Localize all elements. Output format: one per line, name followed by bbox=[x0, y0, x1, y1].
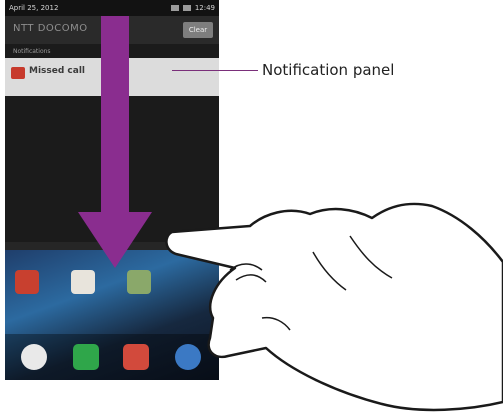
hand-illustration bbox=[165, 202, 503, 412]
hand-outline bbox=[165, 202, 503, 412]
